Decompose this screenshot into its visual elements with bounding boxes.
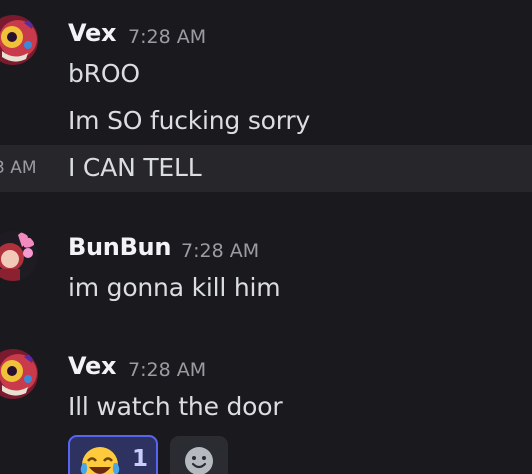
bunbun-avatar[interactable] — [0, 231, 38, 281]
message-timestamp: 7:28 AM — [181, 240, 260, 262]
reaction-count: 1 — [132, 446, 149, 472]
message-timestamp: 7:28 AM — [128, 359, 207, 381]
message-text: I CAN TELL — [68, 153, 202, 182]
message-timestamp: 7:28 AM — [128, 26, 207, 48]
message-text: Ill watch the door — [68, 392, 283, 421]
vex-avatar[interactable] — [0, 15, 38, 65]
message-text: im gonna kill him — [68, 273, 281, 302]
message-author[interactable]: BunBun — [68, 233, 171, 261]
hover-timestamp: 3 AM — [0, 158, 37, 178]
smiley-icon — [185, 447, 213, 474]
message-author[interactable]: Vex — [68, 19, 116, 47]
add-reaction-button[interactable] — [170, 436, 228, 474]
message-author[interactable]: Vex — [68, 352, 116, 380]
face-with-tears-of-joy-icon — [80, 445, 120, 474]
message-text: bROO — [68, 59, 140, 88]
chat-message-list: 3 AM Vex 7:28 AM bROO Im SO fucking sorr… — [0, 0, 532, 474]
reaction-button[interactable]: 1 — [68, 435, 158, 474]
message-text: Im SO fucking sorry — [68, 106, 311, 135]
vex-avatar[interactable] — [0, 349, 38, 399]
